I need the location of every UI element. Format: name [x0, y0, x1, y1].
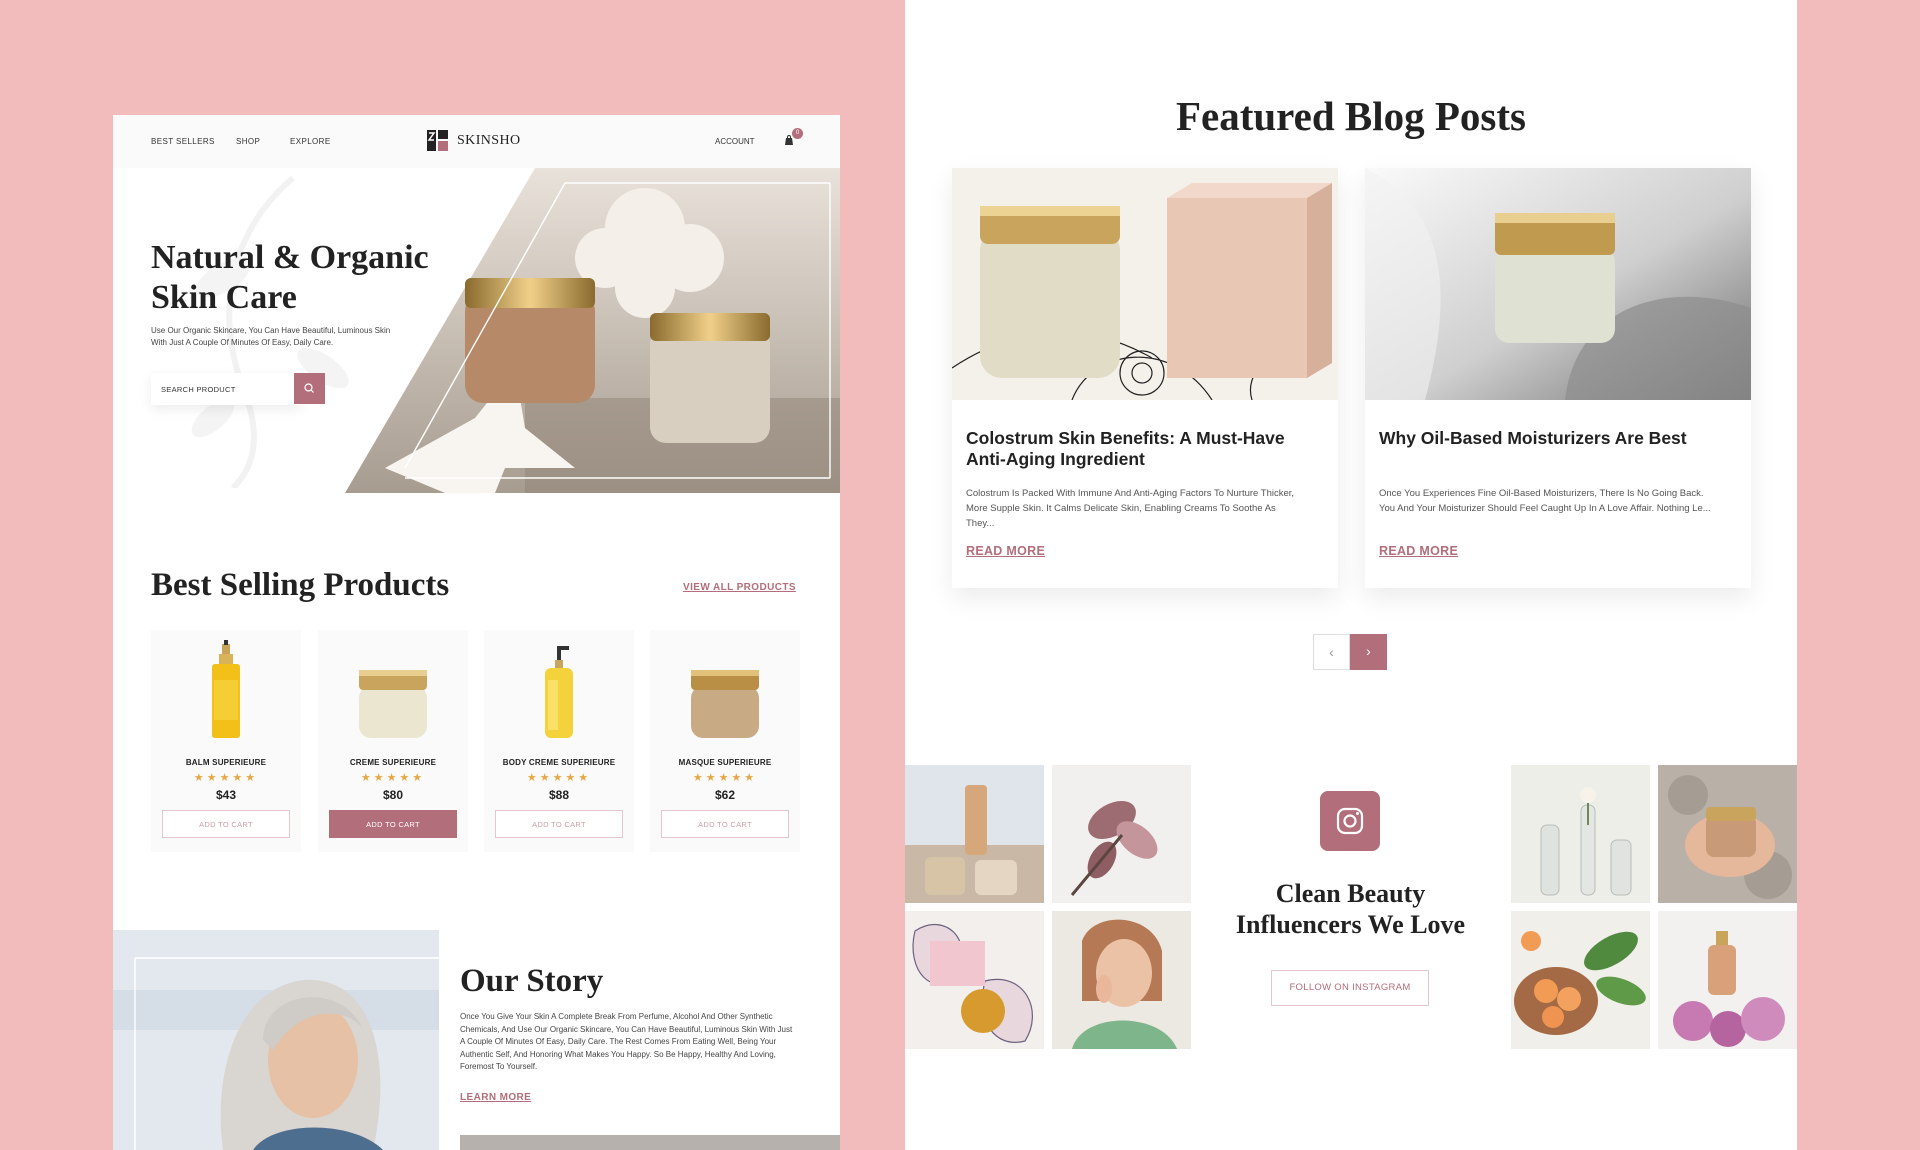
read-more-link[interactable]: READ MORE [1379, 544, 1458, 558]
story-image-strip [460, 1135, 840, 1150]
blog-next-button[interactable]: › [1350, 634, 1387, 670]
blog-card[interactable]: Colostrum Skin Benefits: A Must-Have Ant… [952, 168, 1338, 588]
product-price: $62 [714, 788, 736, 802]
add-to-cart-button[interactable]: ADD TO CART [162, 810, 290, 838]
nav-best-sellers[interactable]: BEST SELLERS [151, 137, 215, 146]
view-all-products-link[interactable]: VIEW ALL PRODUCTS [683, 582, 796, 593]
blog-post-title[interactable]: Why Oil-Based Moisturizers Are Best [1379, 428, 1709, 449]
nav-explore[interactable]: EXPLORE [290, 137, 331, 146]
search-input[interactable]: SEARCH PRODUCT [151, 373, 301, 405]
blog-prev-button[interactable]: ‹ [1313, 634, 1350, 670]
product-card[interactable]: MASQUE SUPERIEURE ★★★★★ $62 ADD TO CART [650, 630, 800, 852]
our-story-title: Our Story [460, 963, 604, 999]
product-name: BODY CREME SUPERIEURE [502, 758, 616, 767]
add-to-cart-button[interactable]: ADD TO CART [661, 810, 789, 838]
brand-name: SKINSHO [457, 132, 521, 148]
product-card[interactable]: BODY CREME SUPERIEURE ★★★★★ $88 ADD TO C… [484, 630, 634, 852]
hero-product-photo [345, 168, 840, 493]
search-icon [304, 383, 314, 393]
instagram-logo[interactable] [1320, 791, 1380, 851]
hero-title: Natural & Organic Skin Care [151, 238, 429, 318]
logo-mark-icon [427, 130, 448, 151]
learn-more-link[interactable]: LEARN MORE [460, 1092, 531, 1103]
shop-homepage: BEST SELLERS SHOP EXPLORE SKINSHO ACCOUN… [113, 115, 840, 1150]
rating-stars-icon: ★★★★★ [193, 772, 259, 784]
product-card[interactable]: BALM SUPERIEURE ★★★★★ $43 ADD TO CART [151, 630, 301, 852]
follow-on-instagram-button[interactable]: FOLLOW ON INSTAGRAM [1271, 970, 1429, 1006]
hero-section: Natural & Organic Skin Care Use Our Orga… [113, 168, 840, 493]
instagram-photo-serum-flowers[interactable] [1658, 911, 1797, 1049]
instagram-icon [1336, 807, 1364, 835]
featured-blog-title: Featured Blog Posts [1175, 93, 1526, 139]
instagram-photo-beach-products[interactable] [905, 765, 1044, 903]
brand-logo[interactable]: SKINSHO [426, 129, 520, 152]
product-card[interactable]: CREME SUPERIEURE ★★★★★ $80 ADD TO CART [318, 630, 468, 852]
blog-instagram-page: Featured Blog Posts Colostrum Skin Benef… [905, 0, 1797, 1150]
rating-stars-icon: ★★★★★ [692, 772, 758, 784]
instagram-photo-hand-jar[interactable] [1658, 765, 1797, 903]
best-selling-title: Best Selling Products [151, 567, 450, 603]
read-more-link[interactable]: READ MORE [966, 544, 1045, 558]
product-name: CREME SUPERIEURE [349, 758, 437, 767]
product-price: $88 [548, 788, 570, 802]
product-name: MASQUE SUPERIEURE [678, 758, 772, 767]
product-price: $80 [382, 788, 404, 802]
oil-bottle-image [212, 640, 240, 738]
instagram-photo-peaches[interactable] [1511, 911, 1650, 1049]
search-button[interactable] [294, 373, 325, 404]
blog-post-excerpt: Colostrum Is Packed With Immune And Anti… [966, 488, 1295, 529]
add-to-cart-button[interactable]: ADD TO CART [495, 810, 623, 838]
search-placeholder: SEARCH PRODUCT [161, 385, 236, 394]
hero-title-line-1: Natural & Organic [151, 239, 429, 276]
instagram-photo-vases[interactable] [1511, 765, 1650, 903]
rating-stars-icon: ★★★★★ [526, 772, 592, 784]
pump-bottle-image [545, 646, 573, 738]
instagram-photo-woman[interactable] [1052, 911, 1191, 1049]
hero-title-line-2: Skin Care [151, 279, 297, 316]
masque-jar-image [691, 670, 759, 738]
nav-account[interactable]: ACCOUNT [715, 137, 755, 146]
blog-image-moisturizer [1365, 168, 1751, 400]
add-to-cart-button[interactable]: ADD TO CART [329, 810, 457, 838]
instagram-title-line-2: Influencers We Love [1235, 910, 1466, 939]
hero-subtitle: Use Our Organic Skincare, You Can Have B… [151, 326, 391, 347]
our-story-text: Once You Give Your Skin A Complete Break… [460, 1012, 793, 1071]
blog-post-title[interactable]: Colostrum Skin Benefits: A Must-Have Ant… [966, 428, 1296, 470]
cream-jar-image [359, 670, 427, 738]
blog-card[interactable]: Why Oil-Based Moisturizers Are Best Once… [1365, 168, 1751, 588]
story-portrait-photo [113, 930, 439, 1150]
instagram-section-title: Clean Beauty Influencers We Love [1189, 878, 1512, 940]
product-price: $43 [215, 788, 237, 802]
instagram-title-line-1: Clean Beauty [1275, 879, 1426, 908]
rating-stars-icon: ★★★★★ [360, 772, 426, 784]
blog-image-colostrum [952, 168, 1338, 400]
instagram-photo-illustrated-box[interactable] [905, 911, 1044, 1049]
nav-shop[interactable]: SHOP [236, 137, 260, 146]
cart-count-badge: 0 [792, 128, 803, 139]
instagram-photo-magnolia[interactable] [1052, 765, 1191, 903]
top-nav: BEST SELLERS SHOP EXPLORE SKINSHO ACCOUN… [113, 115, 840, 168]
blog-post-excerpt: Once You Experiences Fine Oil-Based Mois… [1379, 488, 1711, 514]
product-name: BALM SUPERIEURE [185, 758, 267, 767]
